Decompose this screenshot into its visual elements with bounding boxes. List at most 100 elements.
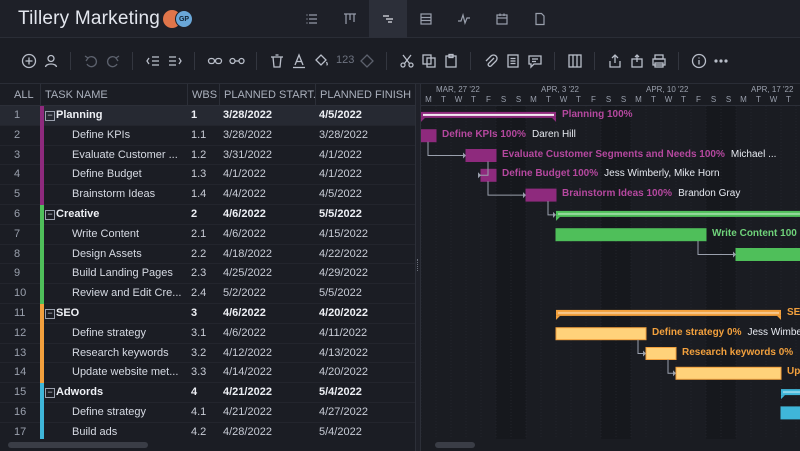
table-row[interactable]: 5 Brainstorm Ideas 1.4 4/4/2022 4/5/2022 xyxy=(0,185,415,205)
task-bar[interactable] xyxy=(555,327,647,341)
sheet-view-tab[interactable] xyxy=(407,0,445,38)
outdent-button[interactable] xyxy=(144,52,162,70)
gantt-view-tab[interactable] xyxy=(369,0,407,38)
copy-button[interactable] xyxy=(420,52,438,70)
more-button[interactable] xyxy=(712,52,730,70)
text-color-button[interactable] xyxy=(290,52,308,70)
task-bar[interactable] xyxy=(735,248,800,261)
indent-button[interactable] xyxy=(166,52,184,70)
table-row[interactable]: 13 Research keywords 3.2 4/12/2022 4/13/2022 xyxy=(0,343,415,364)
scrollbar-thumb[interactable] xyxy=(8,442,148,448)
paste-button[interactable] xyxy=(442,52,460,70)
summary-bar-cap[interactable] xyxy=(552,117,556,122)
avatar[interactable]: GP xyxy=(175,10,193,28)
planned-start-cell: 4/25/2022 xyxy=(223,267,272,280)
table-row[interactable]: 15 − Adwords 4 4/21/2022 5/4/2022 xyxy=(0,383,415,403)
table-row[interactable]: 11 − SEO 3 4/6/2022 4/20/2022 xyxy=(0,304,415,324)
table-row[interactable]: 10 Review and Edit Cre... 2.4 5/2/2022 5/5/2… xyxy=(0,284,415,304)
row-number: 8 xyxy=(14,247,21,260)
row-number: 3 xyxy=(14,148,21,161)
list-view-tab[interactable] xyxy=(293,0,331,38)
link-tasks-button[interactable] xyxy=(206,52,224,70)
table-row[interactable]: 4 Define Budget 1.3 4/1/2022 4/1/2022 xyxy=(0,165,415,186)
delete-button[interactable] xyxy=(268,52,286,70)
summary-bar-cap[interactable] xyxy=(556,216,560,221)
collapse-icon[interactable]: − xyxy=(45,210,55,220)
summary-bar-progress[interactable] xyxy=(558,311,779,314)
app-header: Tillery Marketing GP xyxy=(0,0,800,38)
table-row[interactable]: 16 Define strategy 4.1 4/21/2022 4/27/2022 xyxy=(0,403,415,423)
attach-button[interactable] xyxy=(482,52,500,70)
column-header-planned-start[interactable]: PLANNED START... xyxy=(219,84,315,106)
row-color-strip xyxy=(40,106,44,126)
planned-finish-cell: 4/5/2022 xyxy=(319,109,362,121)
fill-color-button[interactable] xyxy=(312,52,330,70)
columns-button[interactable] xyxy=(566,52,584,70)
font-size-label[interactable]: 123 xyxy=(336,54,354,66)
table-row[interactable]: 9 Build Landing Pages 2.3 4/25/2022 4/29/202… xyxy=(0,264,415,285)
table-row[interactable]: 3 Evaluate Customer ... 1.2 3/31/2022 4/1/20… xyxy=(0,145,415,166)
task-bar[interactable] xyxy=(421,129,437,143)
summary-bar-progress[interactable] xyxy=(783,391,800,394)
toolbar-divider xyxy=(132,52,133,70)
assignee-label: Brandon Gray xyxy=(678,188,741,200)
dependency-line xyxy=(427,141,464,156)
comments-button[interactable] xyxy=(526,52,544,70)
unlink-tasks-button[interactable] xyxy=(228,52,246,70)
task-grid: ALL TASK NAME WBS PLANNED START... PLANN… xyxy=(0,84,415,451)
calendar-view-tab[interactable] xyxy=(483,0,521,38)
table-row[interactable]: 1 − Planning 1 3/28/2022 4/5/2022 xyxy=(0,106,415,126)
table-row[interactable]: 6 − Creative 2 4/6/2022 5/5/2022 xyxy=(0,205,415,225)
toolbar-divider xyxy=(678,52,679,70)
scrollbar-thumb[interactable] xyxy=(435,442,475,448)
undo-button[interactable] xyxy=(82,52,100,70)
board-view-tab[interactable] xyxy=(331,0,369,38)
info-button[interactable] xyxy=(690,52,708,70)
collapse-icon[interactable]: − xyxy=(45,309,55,319)
redo-button[interactable] xyxy=(104,52,122,70)
day-label: F xyxy=(486,95,491,104)
table-row[interactable]: 12 Define strategy 3.1 4/6/2022 4/11/2022 xyxy=(0,323,415,344)
summary-bar-cap[interactable] xyxy=(781,395,785,400)
wbs-cell: 1 xyxy=(191,109,198,121)
cut-button[interactable] xyxy=(398,52,416,70)
dashboard-view-tab[interactable] xyxy=(445,0,483,38)
table-row[interactable]: 14 Update website met... 3.3 4/14/2022 4/20/… xyxy=(0,363,415,384)
summary-bar-progress[interactable] xyxy=(558,212,800,215)
table-row[interactable]: 7 Write Content 2.1 4/6/2022 4/15/2022 xyxy=(0,224,415,245)
summary-bar-progress[interactable] xyxy=(423,113,554,116)
notes-button[interactable] xyxy=(504,52,522,70)
gantt-horizontal-scrollbar[interactable] xyxy=(421,439,800,451)
files-view-tab[interactable] xyxy=(521,0,559,38)
row-color-strip xyxy=(40,224,44,245)
summary-bar-cap[interactable] xyxy=(556,315,560,320)
column-header-planned-finish[interactable]: PLANNED FINISH ... xyxy=(315,84,415,106)
collapse-icon[interactable]: − xyxy=(45,388,55,399)
summary-bar-cap[interactable] xyxy=(421,117,425,122)
task-bar[interactable] xyxy=(675,366,782,380)
add-task-button[interactable] xyxy=(20,52,38,70)
column-header-wbs[interactable]: WBS xyxy=(187,84,219,106)
collapse-icon[interactable]: − xyxy=(45,111,55,121)
grid-horizontal-scrollbar[interactable] xyxy=(0,439,415,451)
table-row[interactable]: 8 Design Assets 2.2 4/18/2022 4/22/2022 xyxy=(0,244,415,265)
task-bar[interactable] xyxy=(555,228,707,242)
share-button[interactable] xyxy=(628,52,646,70)
column-header-all[interactable]: ALL xyxy=(10,84,40,106)
task-bar[interactable] xyxy=(465,149,497,162)
project-title: Tillery Marketing xyxy=(18,8,161,29)
export-button[interactable] xyxy=(606,52,624,70)
redo-icon xyxy=(107,55,120,68)
table-row[interactable]: 2 Define KPIs 1.1 3/28/2022 3/28/2022 xyxy=(0,125,415,146)
wbs-cell: 1.3 xyxy=(191,168,207,181)
summary-bar-cap[interactable] xyxy=(777,315,781,320)
column-header-task-name[interactable]: TASK NAME xyxy=(40,84,187,106)
print-button[interactable] xyxy=(650,52,668,70)
planned-start-cell: 4/21/2022 xyxy=(223,386,272,399)
task-bar[interactable] xyxy=(645,347,677,360)
assign-user-button[interactable] xyxy=(42,52,60,70)
task-name-cell: Define Budget xyxy=(72,168,142,181)
milestone-button[interactable] xyxy=(358,52,376,70)
task-bar[interactable] xyxy=(780,406,800,420)
task-bar[interactable] xyxy=(525,188,557,202)
